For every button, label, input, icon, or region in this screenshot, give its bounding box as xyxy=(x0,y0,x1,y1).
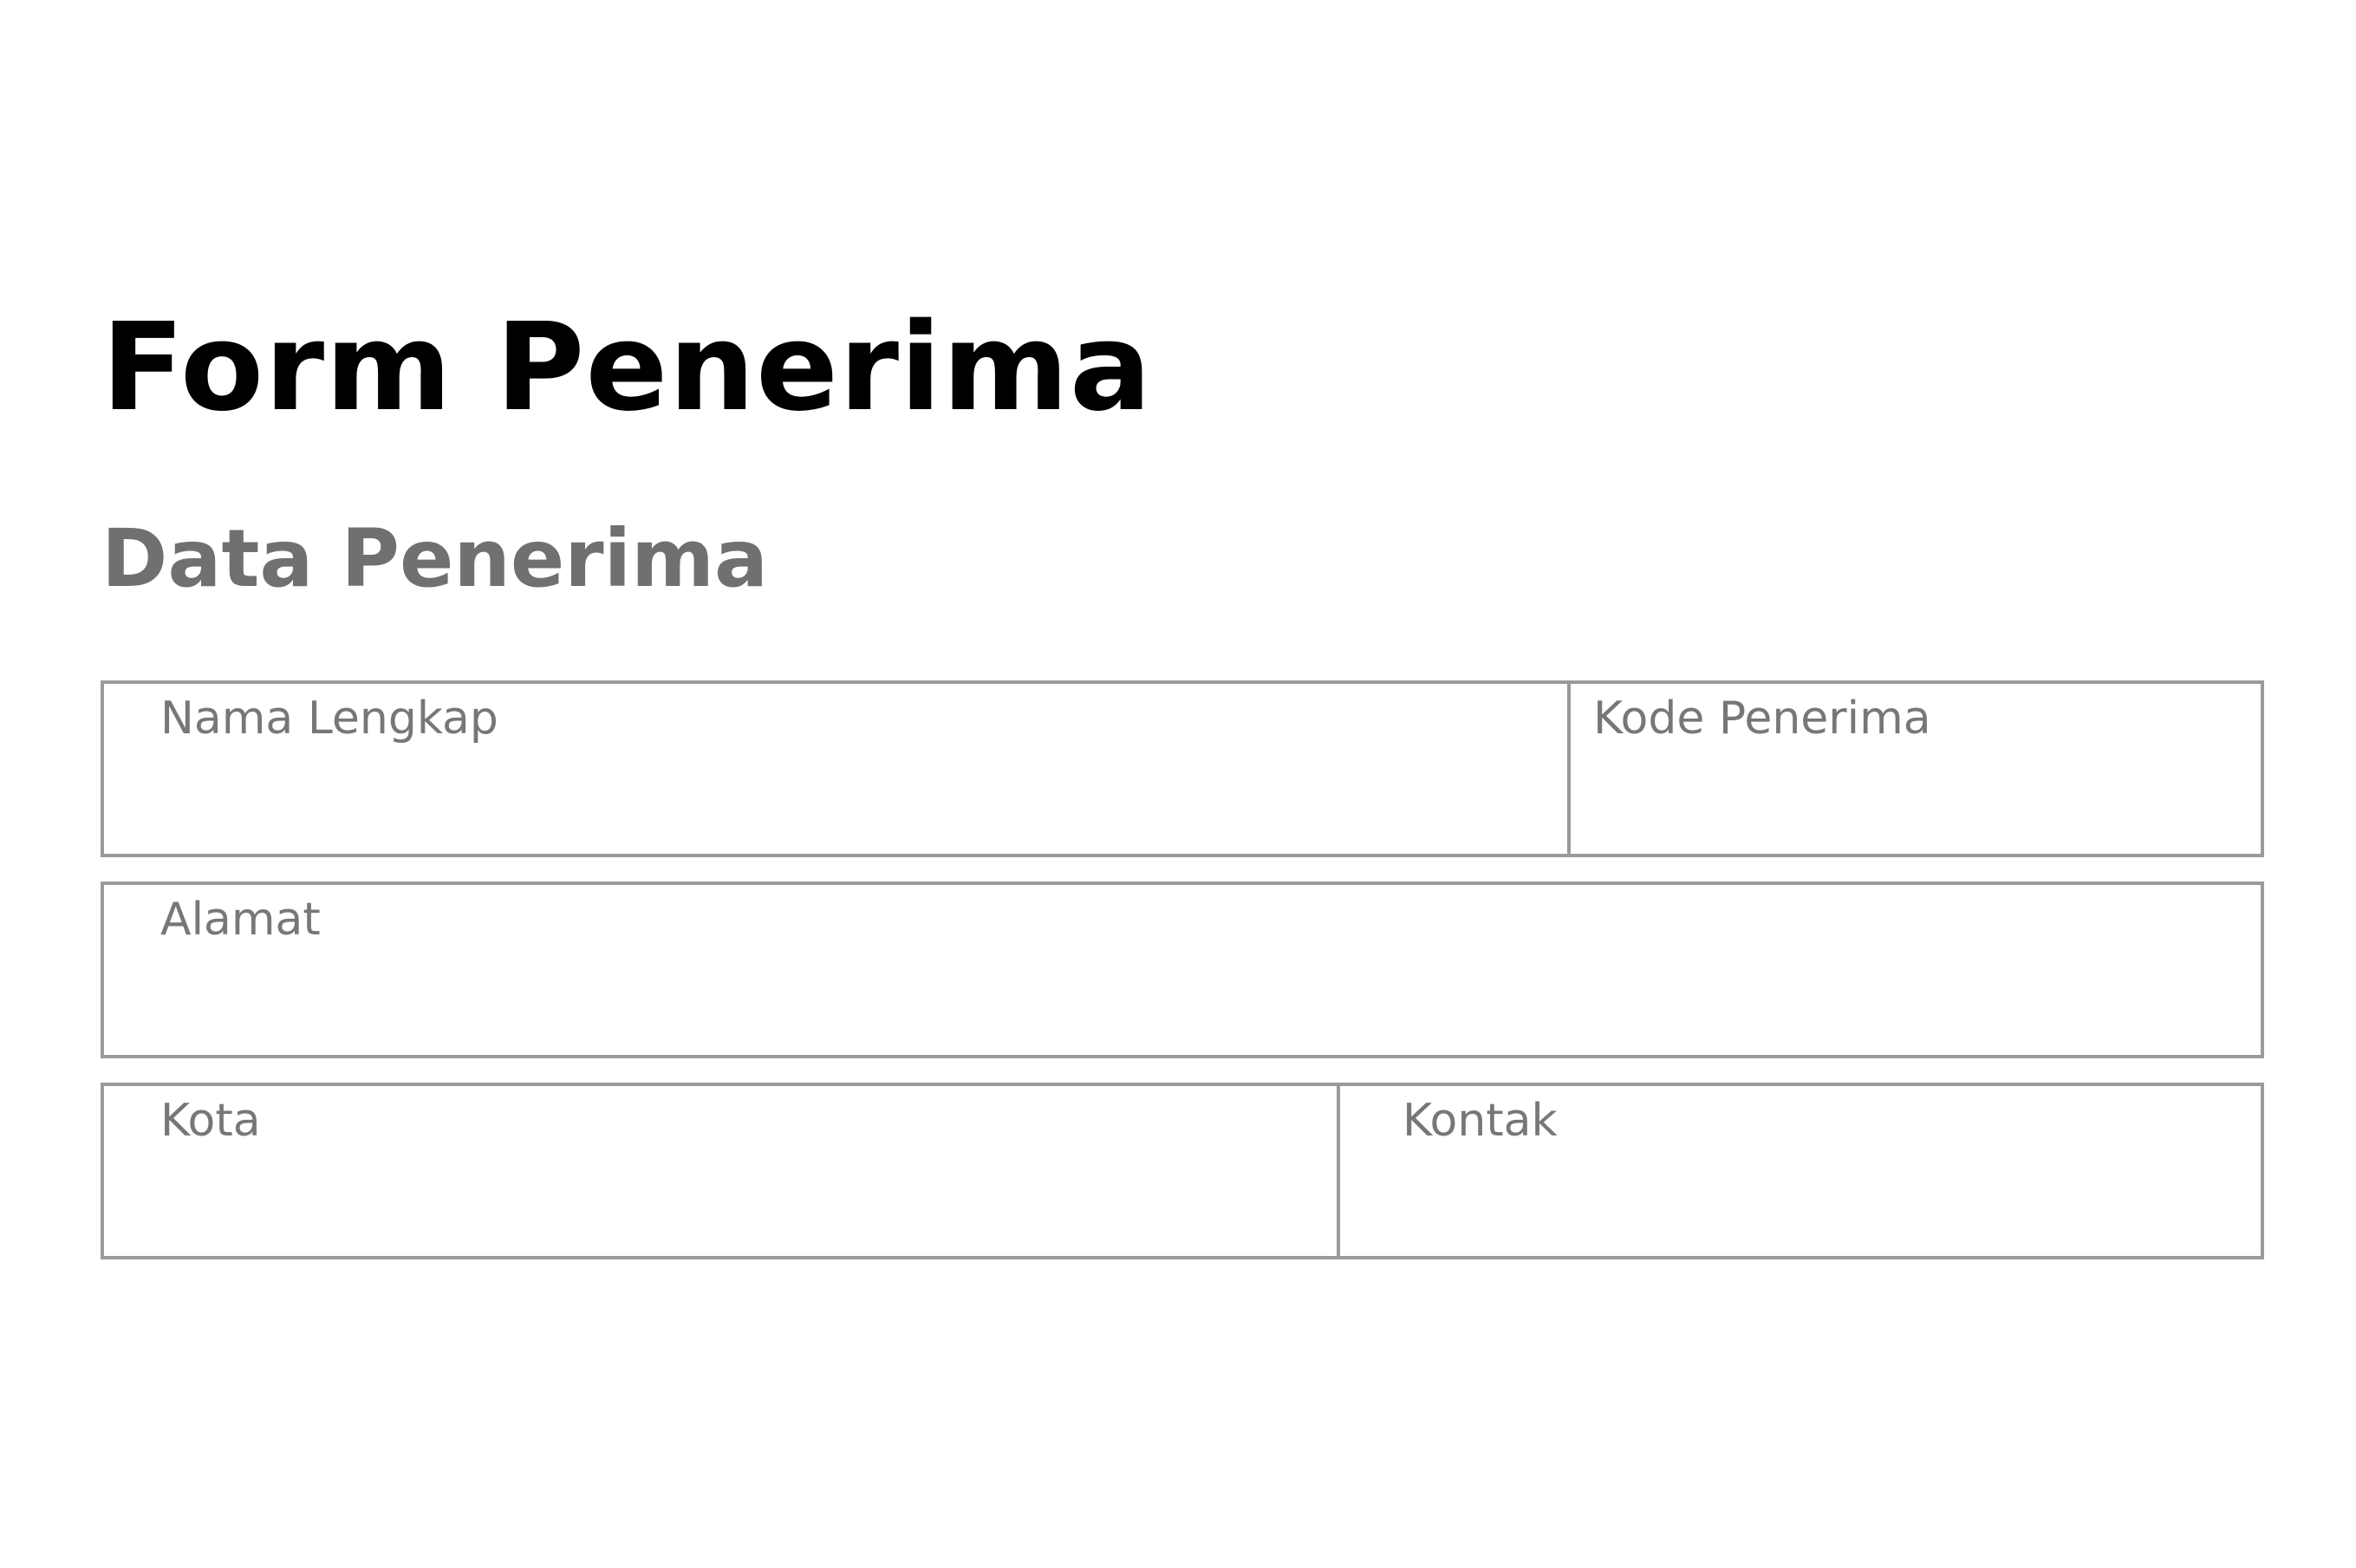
kontak-label: Kontak xyxy=(1403,1095,1558,1147)
nama-lengkap-label: Nama Lengkap xyxy=(160,693,498,745)
kota-input[interactable] xyxy=(104,1155,1337,1256)
kode-penerima-input[interactable] xyxy=(1571,753,2261,854)
kota-label: Kota xyxy=(160,1095,261,1147)
alamat-cell[interactable]: Alamat xyxy=(104,885,2261,1055)
kontak-cell[interactable]: Kontak xyxy=(1337,1086,2261,1256)
form-row-city-contact: Kota Kontak xyxy=(101,1083,2264,1259)
page-title: Form Penerima xyxy=(101,297,1153,439)
form-row-address: Alamat xyxy=(101,882,2264,1058)
nama-lengkap-cell[interactable]: Nama Lengkap xyxy=(104,684,1567,854)
kontak-input[interactable] xyxy=(1340,1155,2261,1256)
form-row-name-code: Nama Lengkap Kode Penerima xyxy=(101,680,2264,857)
nama-lengkap-input[interactable] xyxy=(104,753,1567,854)
kota-cell[interactable]: Kota xyxy=(104,1086,1337,1256)
kode-penerima-cell[interactable]: Kode Penerima xyxy=(1567,684,2261,854)
section-title: Data Penerima xyxy=(101,512,769,605)
alamat-label: Alamat xyxy=(160,894,321,946)
kode-penerima-label: Kode Penerima xyxy=(1593,693,1931,745)
alamat-input[interactable] xyxy=(104,954,2261,1055)
